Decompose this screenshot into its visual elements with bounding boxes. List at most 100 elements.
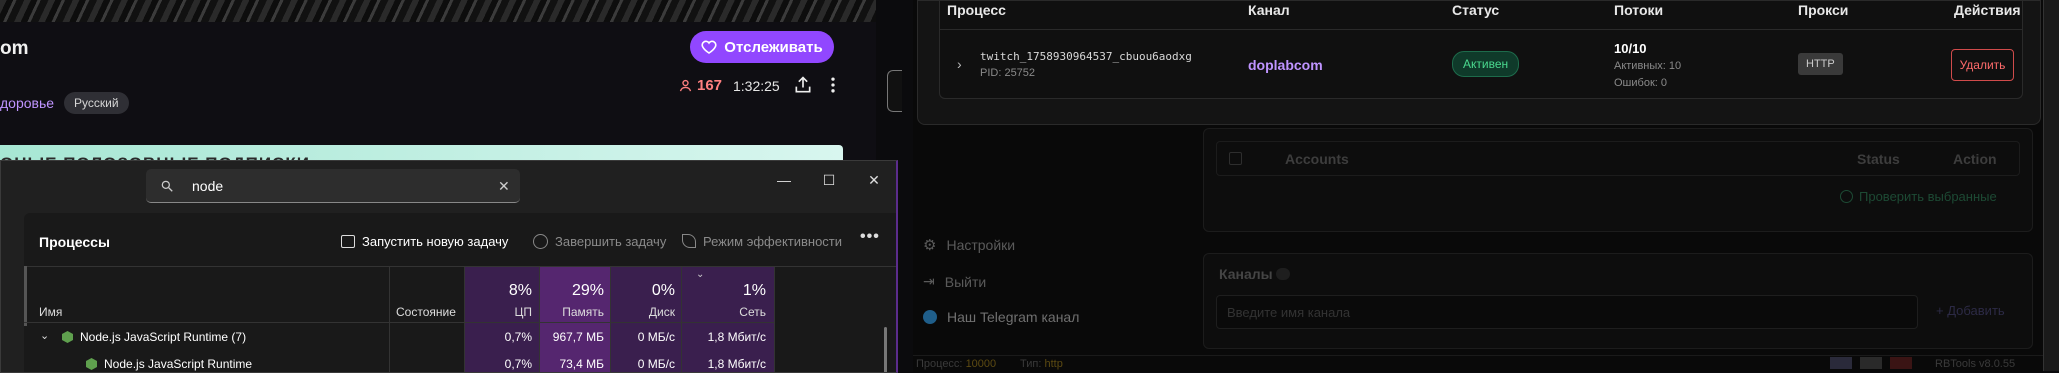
- clear-search-icon[interactable]: ✕: [498, 178, 510, 195]
- run-new-task-button[interactable]: Запустить новую задачу: [341, 228, 508, 254]
- cpu-total: 8%: [508, 282, 532, 299]
- disk-total: 0%: [651, 282, 675, 299]
- expand-row-icon[interactable]: ›: [957, 56, 962, 72]
- network-value: 1,8 Мбит/с: [707, 330, 766, 344]
- stream-uptime: 1:32:25: [733, 78, 780, 94]
- statusbar-processes: Процесс: 10000: [916, 358, 996, 370]
- page-title: Процессы: [39, 234, 110, 250]
- process-id-name: twitch_1758930964537_cbuou6aodxg: [980, 50, 1192, 63]
- heart-icon: [701, 40, 717, 54]
- task-manager-window: node ✕ — ☐ ✕ Процессы Запустить новую за…: [0, 160, 898, 373]
- status-bar: Процесс: 10000 Тип: http RBTools v8.0.55: [913, 355, 2043, 372]
- statusbar-type: Тип: http: [1020, 358, 1063, 370]
- table-row[interactable]: Node.js JavaScript Runtime 0,7% 73,4 МБ …: [24, 350, 774, 372]
- window-scrollbar[interactable]: [2043, 0, 2059, 371]
- processes-panel: Процессы Запустить новую задачу Завершит…: [24, 213, 896, 372]
- column-action: Action: [1953, 151, 1997, 167]
- scrollbar[interactable]: [884, 327, 887, 372]
- flag-icon[interactable]: [1860, 357, 1882, 369]
- check-selected-button[interactable]: Проверить выбранные: [1840, 189, 1997, 204]
- column-status[interactable]: Состояние: [396, 305, 456, 319]
- process-name: Node.js JavaScript Runtime (7): [80, 330, 247, 344]
- process-pid: PID: 25752: [980, 67, 1036, 79]
- efficiency-mode-button[interactable]: Режим эффективности: [682, 228, 842, 254]
- column-network[interactable]: Сеть: [682, 305, 766, 319]
- block-icon: [533, 233, 548, 249]
- video-player[interactable]: [0, 0, 876, 22]
- sort-chevron-icon: ⌄: [696, 269, 705, 280]
- statusbar-type-value: http: [1044, 358, 1063, 370]
- sidebar-item-settings[interactable]: ⚙ Настройки: [923, 236, 1015, 254]
- column-cpu[interactable]: ЦП: [464, 305, 532, 319]
- maximize-button[interactable]: ☐: [809, 165, 849, 195]
- new-task-icon: [341, 234, 355, 248]
- select-all-checkbox[interactable]: [1229, 152, 1242, 165]
- process-name: Node.js JavaScript Runtime: [104, 357, 253, 371]
- follow-button[interactable]: Отслеживать: [690, 31, 834, 63]
- processes-table: Процесс Канал Статус Потоки Прокси Дейст…: [939, 1, 2023, 99]
- column-disk[interactable]: Диск: [611, 305, 675, 319]
- category-link[interactable]: доровье: [0, 95, 54, 111]
- network-total: 1%: [742, 282, 766, 299]
- flag-icon[interactable]: [1890, 357, 1912, 369]
- network-value: 1,8 Мбит/с: [707, 357, 766, 371]
- leaf-icon: [682, 234, 696, 248]
- statusbar-type-label: Тип:: [1020, 358, 1042, 370]
- telegram-icon: [923, 310, 937, 324]
- language-tag[interactable]: Русский: [64, 92, 129, 114]
- sidebar-settings-label: Настройки: [946, 237, 1016, 253]
- column-accounts: Accounts: [1285, 151, 1349, 167]
- search-icon: [161, 180, 173, 192]
- person-icon: [679, 79, 692, 92]
- close-window-button[interactable]: ✕: [854, 165, 894, 195]
- scroll-indicator: [24, 266, 27, 326]
- flag-icon[interactable]: [1830, 357, 1852, 369]
- check-selected-label: Проверить выбранные: [1859, 189, 1997, 204]
- channel-input[interactable]: Введите имя канала: [1216, 295, 1918, 329]
- column-actions: Действия: [1954, 2, 2021, 18]
- column-name[interactable]: Имя: [39, 305, 62, 319]
- channel-input-placeholder: Введите имя канала: [1227, 305, 1351, 320]
- table-row[interactable]: ⌄ Node.js JavaScript Runtime (7) 0,7% 96…: [24, 323, 774, 350]
- delete-button[interactable]: Удалить: [1951, 49, 2014, 81]
- threads-active: Активных: 10: [1614, 60, 1682, 72]
- column-threads: Потоки: [1614, 2, 1664, 18]
- process-channel[interactable]: doplabcom: [1248, 57, 1323, 73]
- proxy-badge: HTTP: [1798, 53, 1843, 75]
- column-memory[interactable]: Память: [540, 305, 604, 319]
- sidebar-telegram-label: Наш Telegram канал: [947, 309, 1080, 325]
- search-box[interactable]: node ✕: [146, 169, 520, 203]
- more-options-icon[interactable]: •••: [860, 228, 880, 246]
- end-task-label: Завершить задачу: [555, 233, 667, 249]
- app-version: RBTools v8.0.55: [1935, 358, 2016, 370]
- sidebar-item-logout[interactable]: ⇥ Выйти: [923, 273, 986, 290]
- accounts-card: Accounts Status Action Проверить выбранн…: [1203, 128, 2033, 232]
- nodejs-icon: [62, 331, 73, 343]
- cpu-value: 0,7%: [504, 330, 532, 344]
- disk-value: 0 МБ/с: [637, 357, 675, 371]
- disk-value: 0 МБ/с: [637, 330, 675, 344]
- add-channel-button[interactable]: + Добавить: [1936, 303, 2005, 318]
- end-task-button[interactable]: Завершить задачу: [533, 228, 666, 254]
- sidebar-logout-label: Выйти: [944, 273, 987, 290]
- sidebar-item-telegram[interactable]: Наш Telegram канал: [923, 309, 1079, 325]
- follow-label: Отслеживать: [724, 38, 823, 56]
- side-toggle[interactable]: [887, 70, 902, 112]
- efficiency-mode-label: Режим эффективности: [703, 233, 843, 249]
- statusbar-processes-value: 10000: [965, 358, 997, 370]
- minimize-button[interactable]: —: [764, 165, 804, 195]
- status-badge: Активен: [1452, 51, 1520, 77]
- more-vertical-icon[interactable]: [829, 75, 837, 95]
- gear-icon: ⚙: [923, 237, 937, 254]
- expand-chevron-icon[interactable]: ⌄: [40, 329, 49, 342]
- column-proxy: Прокси: [1798, 2, 1849, 18]
- column-process: Процесс: [947, 2, 1006, 18]
- memory-value: 967,7 МБ: [552, 330, 604, 344]
- share-icon[interactable]: [793, 75, 813, 95]
- search-input[interactable]: node: [192, 178, 223, 194]
- nodejs-icon: [86, 358, 97, 370]
- channel-name[interactable]: om: [0, 38, 29, 60]
- cpu-value: 0,7%: [504, 357, 532, 371]
- threads-count: 10/10: [1614, 41, 1647, 56]
- column-status: Status: [1857, 151, 1900, 167]
